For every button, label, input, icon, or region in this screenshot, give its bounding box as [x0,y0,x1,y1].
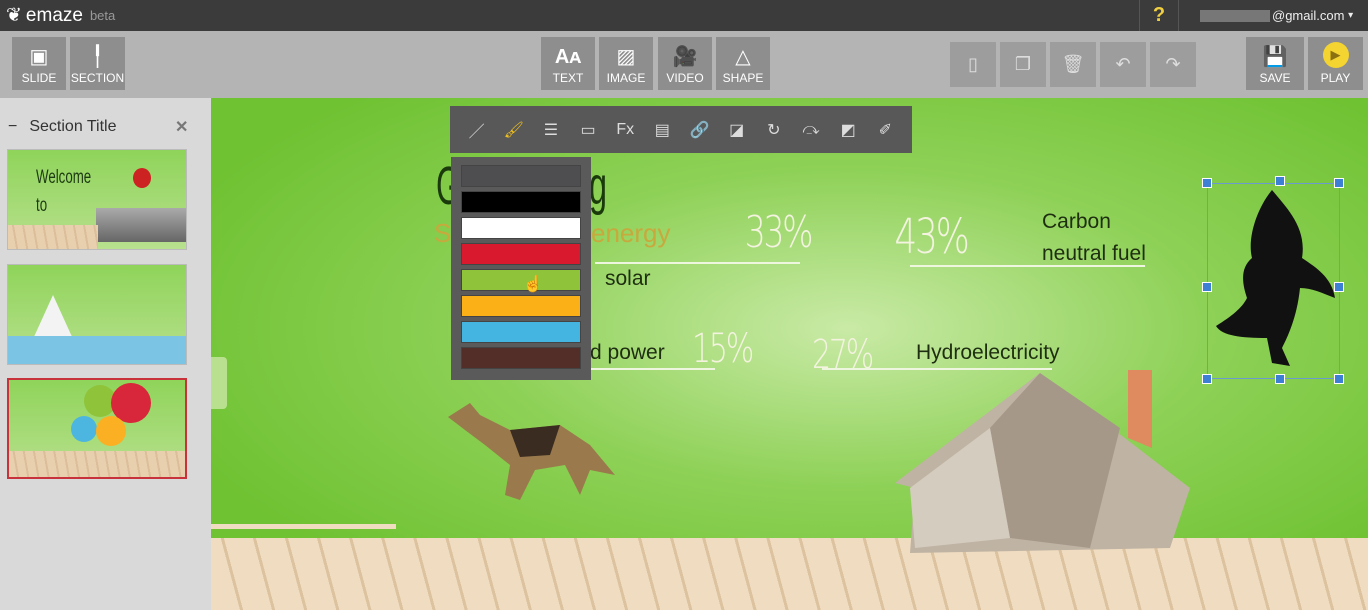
resize-handle[interactable] [1334,178,1344,188]
color-swatch[interactable] [461,243,581,265]
apple-icon [133,168,151,188]
slides-sidebar: −Section Title ✕ Welcome to School [0,98,210,610]
duplicate-icon: ❐ [1014,54,1032,74]
color-swatch[interactable] [461,347,581,369]
duplicate-button[interactable]: ❐ [1000,42,1046,87]
save-icon: 💾 [1262,46,1288,68]
redacted-email [1200,9,1270,22]
eraser-icon[interactable]: ✐ [871,120,899,140]
collapse-icon[interactable]: − [8,118,17,136]
flip-icon[interactable]: ⤼ [797,121,825,139]
stat-circle-carbon[interactable]: 43% [863,147,1000,327]
paint-roller-icon[interactable]: 🖌 [500,120,528,140]
color-swatch[interactable] [461,191,581,213]
image-icon: ▨ [616,46,636,68]
layer-order-icon[interactable]: ◪ [723,120,751,140]
slide-thumbnail-2[interactable] [7,264,187,365]
wooden-floor [211,538,1368,610]
city-image [96,208,186,242]
label-solar[interactable]: solar [605,267,651,291]
underline [595,262,800,264]
color-palette-dropdown [451,157,591,380]
color-swatch[interactable] [461,295,581,317]
format-toolbar: ／ 🖌 ☰ ▭ Fx ▤ 🔗 ◪ ↻ ⤼ ◩ ✐ [450,106,912,153]
top-bar: ❦ emaze beta ? @gmail.com ▾ [0,0,1368,31]
redo-button[interactable]: ↷ [1150,42,1196,87]
sidebar-toggle-handle[interactable] [211,357,227,409]
underline [590,368,715,370]
slide-thumbnail-3[interactable] [7,378,187,479]
slide-subtitle: Senergy [434,218,671,248]
label-wind-power[interactable]: d power [590,341,665,365]
border-icon[interactable]: ▭ [574,120,602,140]
selection-box[interactable] [1207,183,1340,379]
close-icon[interactable]: ✕ [175,117,188,137]
new-page-icon: ▯ [968,54,978,74]
color-swatch[interactable] [461,217,581,239]
shape-icon: △ [735,46,751,68]
text-button[interactable]: Aᴀ TEXT [541,37,595,90]
brush-icon[interactable]: ／ [463,118,491,142]
trash-icon: 🗑 [1061,54,1085,74]
gradient-icon[interactable]: ▤ [648,120,676,140]
section-title: Section Title [29,118,117,135]
lotus-icon: ❦ [6,5,22,26]
emaze-logo[interactable]: ❦ emaze beta [6,4,115,27]
undo-button[interactable]: ↶ [1100,42,1146,87]
resize-handle[interactable] [1202,178,1212,188]
cursor-hand-icon: ☝ [523,276,543,293]
floor-edge [211,524,396,529]
resize-handle[interactable] [1275,374,1285,384]
add-slide-icon: ▣ [29,46,49,68]
effects-icon[interactable]: Fx [611,121,639,139]
house-image[interactable] [890,368,1190,558]
resize-handle[interactable] [1202,374,1212,384]
main-toolbar: ▣ SLIDE ╿ SECTION Aᴀ TEXT ▨ IMAGE 🎥 VIDEO △ SH… [0,31,1368,98]
redo-icon: ↷ [1165,54,1181,74]
add-slide-button[interactable]: ▣ SLIDE [12,37,66,90]
slide-thumbnail-1[interactable]: Welcome to School [7,149,187,250]
help-button[interactable]: ? [1139,0,1179,31]
add-section-icon: ╿ [91,46,104,68]
text-icon: Aᴀ [554,46,582,68]
rotate-icon[interactable]: ↻ [760,120,788,140]
play-button[interactable]: ▶ PLAY [1308,37,1363,90]
play-icon: ▶ [1322,42,1349,68]
stat-circle-solar[interactable]: 33% [724,160,832,304]
color-swatch[interactable] [461,165,581,187]
shape-button[interactable]: △ SHAPE [716,37,770,90]
save-button[interactable]: 💾 SAVE [1246,37,1304,90]
line-style-icon[interactable]: ☰ [537,120,565,140]
stat-circle-hydro[interactable]: 27% [791,287,893,423]
stat-circle-wind[interactable]: 15% [679,291,766,407]
undo-icon: ↶ [1115,54,1131,74]
dog-image[interactable] [440,395,620,505]
section-header[interactable]: − Section Title [8,118,117,136]
resize-handle[interactable] [1202,282,1212,292]
color-swatch[interactable] [461,269,581,291]
label-hydroelectricity[interactable]: Hydroelectricity [916,341,1060,365]
crop-icon[interactable]: ◩ [834,120,862,140]
image-button[interactable]: ▨ IMAGE [599,37,653,90]
color-swatch[interactable] [461,321,581,343]
link-icon[interactable]: 🔗 [686,120,714,140]
video-button[interactable]: 🎥 VIDEO [658,37,712,90]
resize-handle[interactable] [1334,282,1344,292]
add-section-button[interactable]: ╿ SECTION [70,37,125,90]
video-camera-icon: 🎥 [672,46,698,68]
label-carbon-neutral-fuel[interactable]: Carbon neutral fuel [1042,206,1172,270]
resize-handle[interactable] [1334,374,1344,384]
chevron-down-icon: ▾ [1348,10,1354,21]
user-menu[interactable]: @gmail.com ▾ [1200,8,1353,23]
delete-button[interactable]: 🗑 [1050,42,1096,87]
new-page-button[interactable]: ▯ [950,42,996,87]
sea [8,336,186,364]
resize-handle[interactable] [1275,176,1285,186]
